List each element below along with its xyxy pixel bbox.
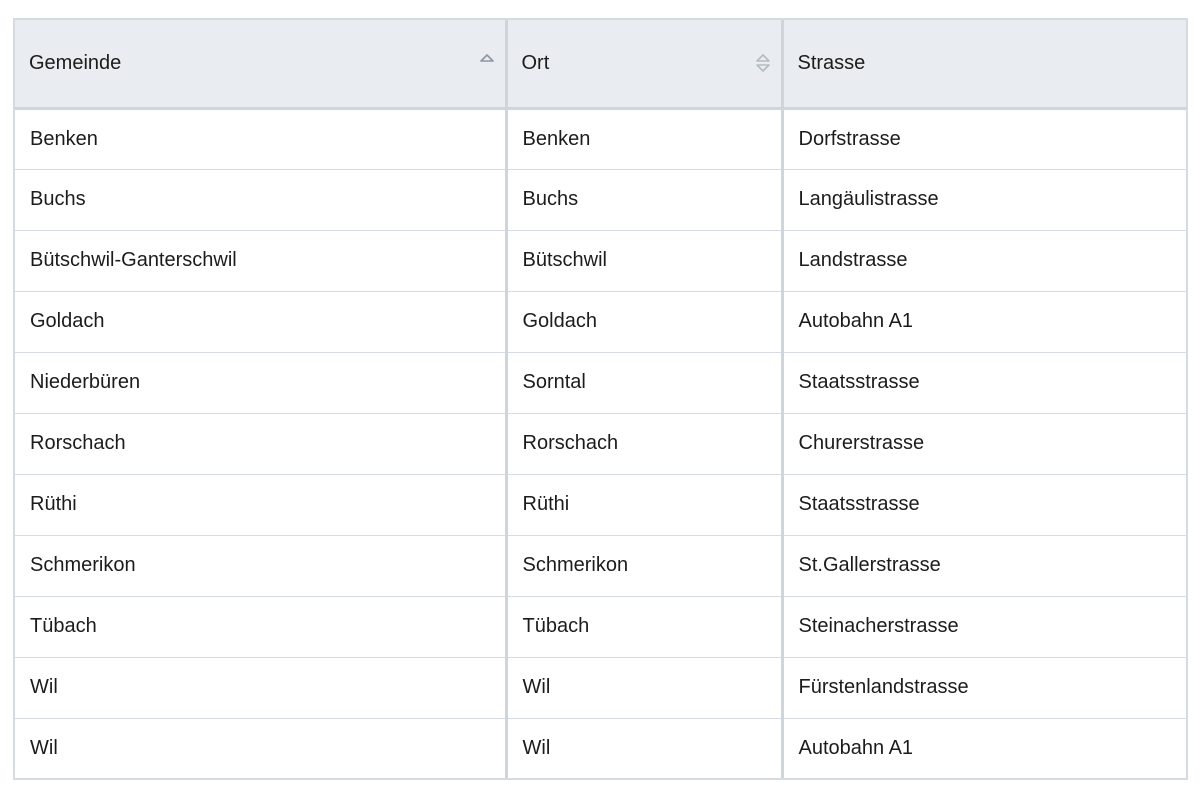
- table-row[interactable]: Niederbüren Sorntal Staatsstrasse: [15, 352, 1186, 414]
- table-cell-ort: Rorschach: [504, 413, 782, 475]
- table-cell-strasse: Dorfstrasse: [780, 108, 1186, 170]
- table-cell-gemeinde: Wil: [30, 736, 58, 759]
- table-row[interactable]: Schmerikon Schmerikon St.Gallerstrasse: [15, 535, 1186, 597]
- table-row[interactable]: Goldach Goldach Autobahn A1: [15, 291, 1186, 353]
- table-cell-strasse: Autobahn A1: [780, 718, 1186, 778]
- column-header-ort[interactable]: Ort: [504, 20, 782, 110]
- table-row[interactable]: Tübach Tübach Steinacherstrasse: [15, 596, 1186, 658]
- table-cell-strasse: Churerstrasse: [780, 413, 1186, 475]
- column-header-label: Strasse: [797, 51, 866, 74]
- column-header-strasse[interactable]: Strasse: [780, 20, 1186, 110]
- data-table-container: Gemeinde Ort Strasse Benken Benken Dorfs…: [13, 18, 1188, 780]
- table-cell-strasse: Autobahn A1: [780, 291, 1186, 353]
- table-cell-ort: Sorntal: [504, 352, 782, 414]
- column-header-gemeinde[interactable]: Gemeinde: [15, 20, 506, 110]
- table-cell-gemeinde: Rüthi: [15, 474, 506, 536]
- table-cell-gemeinde: Benken: [15, 108, 506, 170]
- sort-ascending-icon[interactable]: [479, 50, 495, 76]
- table-cell-gemeinde: Wil: [15, 657, 506, 719]
- table-cell-ort: Bütschwil: [504, 230, 782, 292]
- header-row: Gemeinde Ort Strasse: [15, 20, 1186, 110]
- table-cell-gemeinde: Tübach: [15, 596, 506, 658]
- table-row[interactable]: Rüthi Rüthi Staatsstrasse: [15, 474, 1186, 536]
- table-cell-gemeinde: Buchs: [15, 169, 506, 231]
- table-cell-ort: Goldach: [504, 291, 782, 353]
- column-header-label: Gemeinde: [29, 51, 122, 74]
- table-cell-gemeinde: Bütschwil-Ganterschwil: [15, 230, 506, 292]
- table-row[interactable]: Bütschwil-Ganterschwil Bütschwil Landstras…: [15, 230, 1186, 292]
- data-table: Gemeinde Ort Strasse Benken Benken Dorfs…: [15, 20, 1186, 778]
- table-cell-strasse: Langäulistrasse: [780, 169, 1186, 231]
- table-row[interactable]: Wil Wil Autobahn A1: [15, 718, 1186, 778]
- table-header: Gemeinde Ort Strasse: [15, 20, 1186, 110]
- table-cell-gemeinde: Schmerikon: [15, 535, 506, 597]
- table-cell-ort: Rüthi: [504, 474, 782, 536]
- table-row[interactable]: Buchs Buchs Langäulistrasse: [15, 169, 1186, 231]
- table-row[interactable]: Wil Wil Fürstenlandstrasse: [15, 657, 1186, 719]
- table-cell-ort: Benken: [504, 108, 782, 170]
- table-cell-gemeinde: Rorschach: [15, 413, 506, 475]
- table-body: Benken Benken Dorfstrasse Buchs Buchs Langäul…: [15, 108, 1186, 778]
- table-row[interactable]: Rorschach Rorschach Churerstrasse: [15, 413, 1186, 475]
- table-cell-strasse: Staatsstrasse: [780, 352, 1186, 414]
- table-cell-ort: Schmerikon: [504, 535, 782, 597]
- table-cell-strasse: St.Gallerstrasse: [780, 535, 1186, 597]
- column-header-label: Ort: [521, 51, 550, 74]
- table-cell-strasse: Steinacherstrasse: [780, 596, 1186, 658]
- table-cell-strasse: Fürstenlandstrasse: [780, 657, 1186, 719]
- table-cell-strasse: Landstrasse: [780, 230, 1186, 292]
- table-cell-ort: Wil: [504, 718, 782, 778]
- table-cell-gemeinde: Goldach: [15, 291, 506, 353]
- table-cell-ort: Wil: [504, 657, 782, 719]
- sort-both-icon[interactable]: [755, 50, 771, 76]
- table-row[interactable]: Benken Benken Dorfstrasse: [15, 108, 1186, 170]
- table-cell-strasse: Staatsstrasse: [780, 474, 1186, 536]
- table-cell-ort: Buchs: [504, 169, 782, 231]
- table-cell-ort: Tübach: [504, 596, 782, 658]
- table-cell-gemeinde: Niederbüren: [15, 352, 506, 414]
